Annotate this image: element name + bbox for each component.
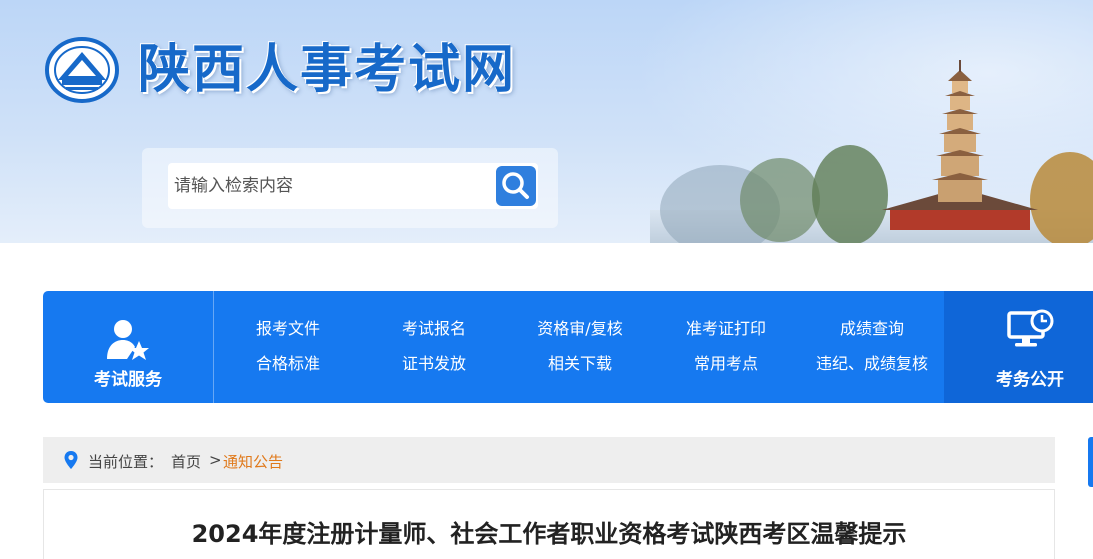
search-button[interactable] <box>496 163 538 209</box>
exam-service-section[interactable]: 考试服务 <box>43 291 214 403</box>
nav-link-exam-registration[interactable]: 考试报名 <box>361 318 507 340</box>
nav-link-exam-sites[interactable]: 常用考点 <box>653 353 799 375</box>
main-nav: 考试服务 报考文件 考试报名 资格审/复核 准考证打印 成绩查询 合格标准 证书… <box>43 291 1093 403</box>
side-panel-tab[interactable] <box>1088 437 1093 487</box>
exam-service-label: 考试服务 <box>94 370 162 390</box>
nav-link-downloads[interactable]: 相关下载 <box>507 353 653 375</box>
pagoda-illustration <box>650 60 1093 243</box>
exam-affairs-label: 考务公开 <box>996 370 1064 390</box>
breadcrumb-current-link[interactable]: 通知公告 <box>223 451 283 472</box>
exam-affairs-section[interactable]: 考务公开 <box>944 291 1093 403</box>
search-input[interactable] <box>168 163 498 209</box>
nav-link-pass-standard[interactable]: 合格标准 <box>215 353 361 375</box>
article-container: 2024年度注册计量师、社会工作者职业资格考试陕西考区温馨提示 <box>43 489 1055 559</box>
site-title[interactable]: 陕西人事考试网 <box>138 38 516 102</box>
article-title: 2024年度注册计量师、社会工作者职业资格考试陕西考区温馨提示 <box>191 520 907 548</box>
location-pin-icon <box>64 451 78 469</box>
user-star-icon <box>107 320 149 360</box>
breadcrumb-prefix: 当前位置： <box>88 453 164 471</box>
nav-link-qualification-review[interactable]: 资格审/复核 <box>507 318 653 340</box>
monitor-clock-icon <box>1007 309 1054 347</box>
breadcrumb: 当前位置： 首页 > 通知公告 <box>43 437 1055 483</box>
nav-link-certificate-issue[interactable]: 证书发放 <box>361 353 507 375</box>
nav-link-report-docs[interactable]: 报考文件 <box>215 318 361 340</box>
breadcrumb-separator: > <box>209 451 222 469</box>
breadcrumb-home-link[interactable]: 首页 <box>171 451 201 472</box>
nav-links: 报考文件 考试报名 资格审/复核 准考证打印 成绩查询 合格标准 证书发放 相关… <box>215 291 943 403</box>
search-icon <box>502 172 529 199</box>
site-logo-icon[interactable] <box>44 36 120 104</box>
header-banner: 陕西人事考试网 <box>0 0 1093 243</box>
nav-link-score-query[interactable]: 成绩查询 <box>799 318 945 340</box>
nav-link-violation-review[interactable]: 违纪、成绩复核 <box>799 353 945 375</box>
search-panel <box>142 148 558 228</box>
nav-link-admission-ticket[interactable]: 准考证打印 <box>653 318 799 340</box>
